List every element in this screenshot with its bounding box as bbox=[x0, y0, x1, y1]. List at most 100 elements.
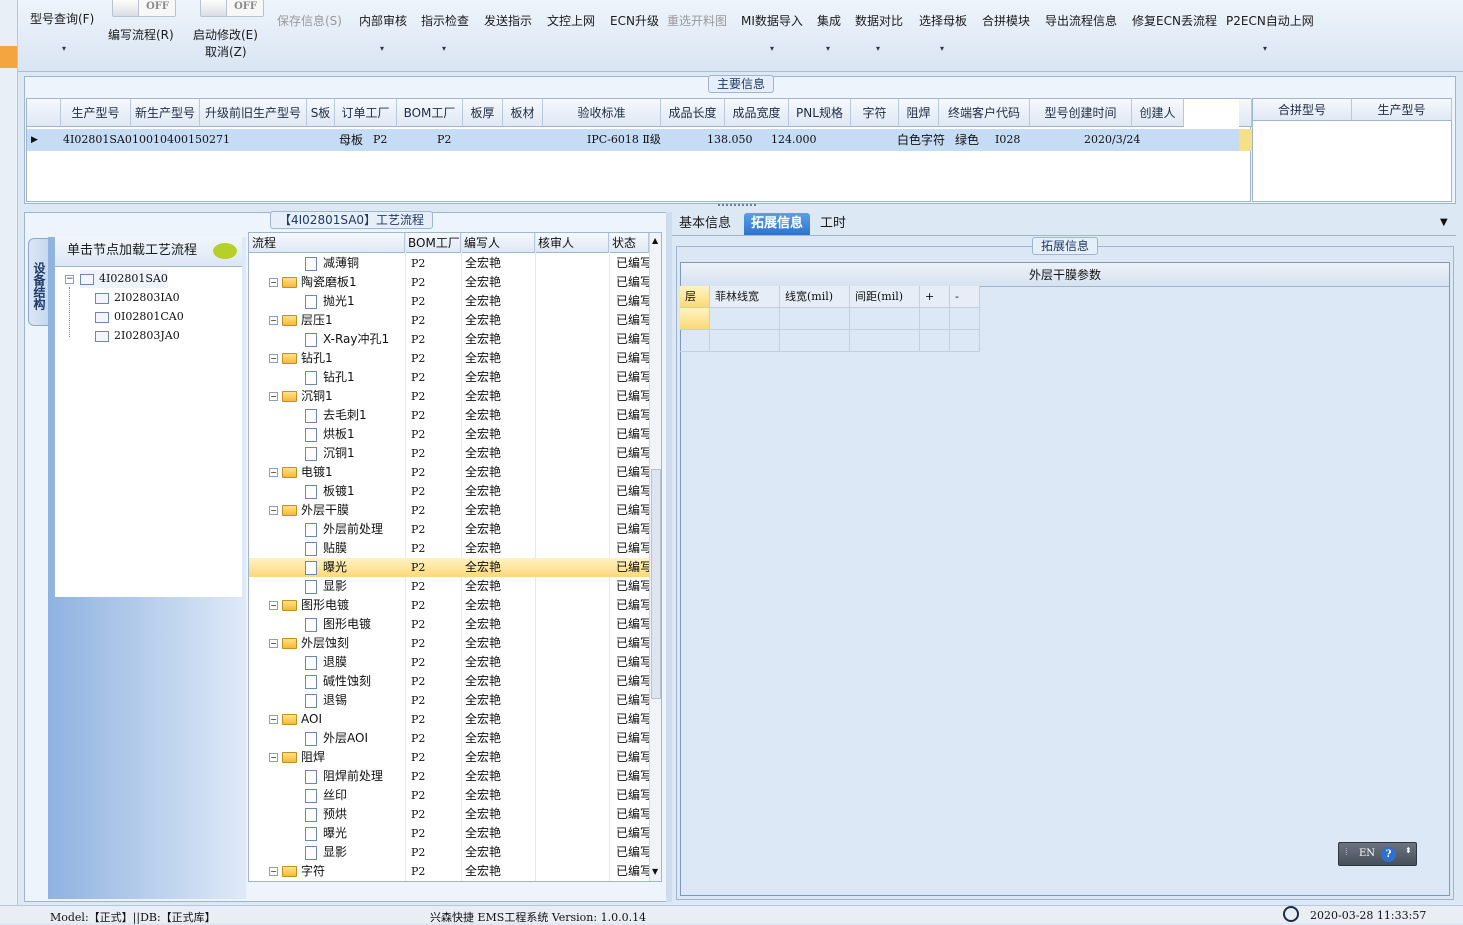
ime-menu-icon[interactable]: ⬍ bbox=[1405, 846, 1412, 855]
col-writer[interactable]: 编写人 bbox=[461, 233, 535, 253]
collapse-icon[interactable]: − bbox=[269, 316, 278, 325]
doc-online-button[interactable]: 文控上网 bbox=[547, 12, 595, 29]
tree-node[interactable]: 2I02803JA0 bbox=[95, 327, 180, 345]
col-pnl-spec[interactable]: PNL规格 bbox=[789, 99, 851, 127]
table-row[interactable]: 曝光 P2 全宏艳 已编写 bbox=[249, 824, 649, 843]
col-solder[interactable]: 阻焊 bbox=[899, 99, 939, 127]
p2ecn-auto-button[interactable]: P2ECN自动上网 bbox=[1226, 12, 1314, 29]
internal-review-dropdown-icon[interactable]: ▾ bbox=[380, 44, 384, 53]
grid-corner[interactable] bbox=[27, 99, 61, 127]
table-row[interactable]: − 外层蚀刻 P2 全宏艳 已编写 bbox=[249, 634, 649, 653]
send-instruction-button[interactable]: 发送指示 bbox=[484, 12, 532, 29]
table-row[interactable]: 退膜 P2 全宏艳 已编写 bbox=[249, 653, 649, 672]
mi-import-button[interactable]: MI数据导入 bbox=[741, 12, 803, 29]
vertical-splitter[interactable] bbox=[666, 212, 672, 902]
col-standard[interactable]: 验收标准 bbox=[543, 99, 661, 127]
collapse-icon[interactable]: − bbox=[269, 715, 278, 724]
table-row[interactable]: − 陶瓷磨板1 P2 全宏艳 已编写 bbox=[249, 273, 649, 292]
cell-char[interactable]: 白色字符 bbox=[897, 129, 945, 151]
table-row[interactable]: − 阻焊 P2 全宏艳 已编写 bbox=[249, 748, 649, 767]
param-col-layer[interactable]: 层 bbox=[680, 286, 710, 308]
col-thickness[interactable]: 板厚 bbox=[463, 99, 503, 127]
cell-s-board[interactable]: 母板 bbox=[339, 129, 363, 151]
param-cell[interactable] bbox=[710, 330, 780, 352]
tab-work-hours[interactable]: 工时 bbox=[813, 213, 853, 235]
cell-created[interactable]: 2020/3/24 bbox=[1084, 129, 1140, 151]
table-row[interactable]: 外层前处理 P2 全宏艳 已编写 bbox=[249, 520, 649, 539]
table-row[interactable]: 抛光1 P2 全宏艳 已编写 bbox=[249, 292, 649, 311]
param-add-button[interactable]: + bbox=[920, 286, 950, 308]
tab-basic-info[interactable]: 基本信息 bbox=[672, 213, 738, 235]
splitter-grip[interactable] bbox=[718, 204, 756, 209]
table-row[interactable]: 显影 P2 全宏艳 已编写 bbox=[249, 577, 649, 596]
reopen-cut-button[interactable]: 重选开料图 bbox=[667, 12, 727, 29]
collapse-icon[interactable]: − bbox=[269, 506, 278, 515]
merge-module-button[interactable]: 合拼模块 bbox=[982, 12, 1030, 29]
collapse-icon[interactable]: − bbox=[269, 278, 278, 287]
param-cell[interactable] bbox=[950, 330, 980, 352]
help-icon[interactable]: ? bbox=[1381, 847, 1396, 862]
param-cell[interactable] bbox=[850, 308, 920, 330]
param-cell[interactable] bbox=[780, 330, 850, 352]
fix-ecn-button[interactable]: 修复ECN丢流程 bbox=[1132, 12, 1217, 29]
p2ecn-dropdown-icon[interactable]: ▾ bbox=[1263, 44, 1267, 53]
table-row[interactable]: 贴膜 P2 全宏艳 已编写 bbox=[249, 539, 649, 558]
col-order-factory[interactable]: 订单工厂 bbox=[335, 99, 397, 127]
scroll-down-icon[interactable]: ▼ bbox=[652, 867, 658, 876]
data-compare-dropdown-icon[interactable]: ▾ bbox=[876, 44, 880, 53]
scroll-up-icon[interactable]: ▲ bbox=[652, 236, 658, 245]
mi-import-dropdown-icon[interactable]: ▾ bbox=[770, 44, 774, 53]
internal-review-button[interactable]: 内部审核 bbox=[359, 12, 407, 29]
table-row[interactable]: 阻焊前处理 P2 全宏艳 已编写 bbox=[249, 767, 649, 786]
collapse-icon[interactable]: − bbox=[269, 639, 278, 648]
table-row[interactable]: − 外层干膜 P2 全宏艳 已编写 bbox=[249, 501, 649, 520]
param-cell[interactable] bbox=[710, 308, 780, 330]
col-char[interactable]: 字符 bbox=[851, 99, 899, 127]
instruction-check-dropdown-icon[interactable]: ▾ bbox=[442, 44, 446, 53]
instruction-check-button[interactable]: 指示检查 bbox=[421, 12, 469, 29]
col-bom-factory[interactable]: BOM工厂 bbox=[397, 99, 463, 127]
param-col-spacing[interactable]: 间距(mil) bbox=[850, 286, 920, 308]
table-row[interactable]: X-Ray冲孔1 P2 全宏艳 已编写 bbox=[249, 330, 649, 349]
select-mother-button[interactable]: 选择母板 bbox=[919, 12, 967, 29]
export-flow-button[interactable]: 导出流程信息 bbox=[1045, 12, 1117, 29]
collapse-icon[interactable]: − bbox=[269, 753, 278, 762]
table-row[interactable]: 外层AOI P2 全宏艳 已编写 bbox=[249, 729, 649, 748]
enable-edit-toggle[interactable]: OFF bbox=[200, 0, 264, 17]
table-row[interactable]: 烘板1 P2 全宏艳 已编写 bbox=[249, 425, 649, 444]
table-row[interactable]: − 字符 P2 全宏艳 已编写 bbox=[249, 862, 649, 881]
table-row[interactable]: 预烘 P2 全宏艳 已编写 bbox=[249, 805, 649, 824]
table-row[interactable]: − 沉铜1 P2 全宏艳 已编写 bbox=[249, 387, 649, 406]
param-col-line-width[interactable]: 线宽(mil) bbox=[780, 286, 850, 308]
select-mother-dropdown-icon[interactable]: ▾ bbox=[940, 44, 944, 53]
cell-solder[interactable]: 绿色 bbox=[955, 129, 979, 151]
col-created-time[interactable]: 型号创建时间 bbox=[1030, 99, 1132, 127]
table-row[interactable]: 去毛刺1 P2 全宏艳 已编写 bbox=[249, 406, 649, 425]
cell-length[interactable]: 138.050 bbox=[707, 129, 753, 151]
model-query-dropdown-icon[interactable]: ▾ bbox=[62, 44, 66, 53]
col-material[interactable]: 板材 bbox=[503, 99, 543, 127]
param-cell[interactable] bbox=[680, 330, 710, 352]
col-old-model[interactable]: 升级前旧生产型号 bbox=[200, 99, 307, 127]
table-row[interactable]: 曝光 P2 全宏艳 已编写 bbox=[249, 558, 649, 577]
cell-prod-model[interactable]: 4I02801SA0 bbox=[63, 129, 132, 151]
save-info-button[interactable]: 保存信息(S) bbox=[277, 12, 342, 29]
scroll-thumb[interactable] bbox=[651, 469, 661, 699]
merge-col-prod-model[interactable]: 生产型号 bbox=[1352, 99, 1452, 121]
table-row[interactable]: 沉铜1 P2 全宏艳 已编写 bbox=[249, 444, 649, 463]
table-row[interactable]: 显影 P2 全宏艳 已编写 bbox=[249, 843, 649, 862]
table-row[interactable]: 碱性蚀刻 P2 全宏艳 已编写 bbox=[249, 672, 649, 691]
integrate-dropdown-icon[interactable]: ▾ bbox=[826, 44, 830, 53]
table-row[interactable]: 丝印 P2 全宏艳 已编写 bbox=[249, 786, 649, 805]
col-status[interactable]: 状态 bbox=[609, 233, 649, 253]
tab-ext-info[interactable]: 拓展信息 bbox=[744, 213, 811, 235]
flow-scrollbar[interactable]: ▲ ▼ bbox=[649, 233, 661, 881]
table-row[interactable]: 减薄铜 P2 全宏艳 已编写 bbox=[249, 254, 649, 273]
table-row[interactable]: − 钻孔1 P2 全宏艳 已编写 bbox=[249, 349, 649, 368]
cell-bom-factory[interactable]: P2 bbox=[437, 129, 451, 151]
param-remove-button[interactable]: - bbox=[950, 286, 980, 308]
table-row[interactable]: − 图形电镀 P2 全宏艳 已编写 bbox=[249, 596, 649, 615]
collapse-icon[interactable]: − bbox=[269, 601, 278, 610]
col-s-board[interactable]: S板 bbox=[307, 99, 335, 127]
param-col-film-width[interactable]: 菲林线宽 bbox=[710, 286, 780, 308]
